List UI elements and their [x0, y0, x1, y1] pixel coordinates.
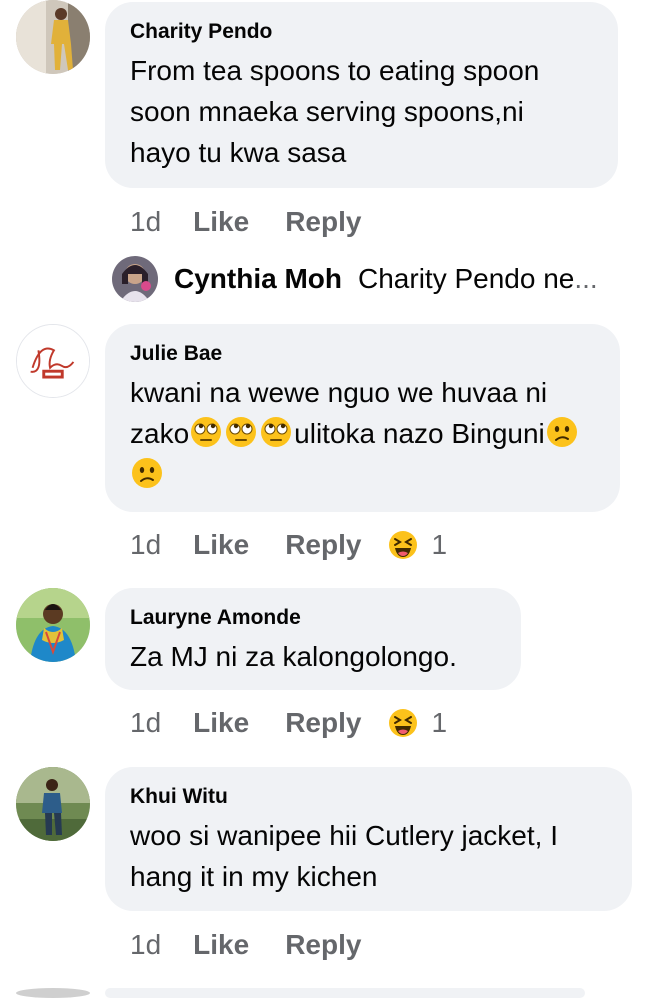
- comment-timestamp[interactable]: 1d: [130, 206, 161, 238]
- comment-bubble: Khui Witu woo si wanipee hii Cutlery jac…: [105, 767, 632, 911]
- confused-emoji: [545, 415, 579, 449]
- eye-roll-emoji: [224, 415, 258, 449]
- avatar[interactable]: [16, 324, 90, 398]
- comment-bubble: Charity Pendo From tea spoons to eating …: [105, 2, 618, 188]
- like-button[interactable]: Like: [193, 929, 249, 961]
- comment-author[interactable]: Khui Witu: [130, 784, 606, 810]
- reaction-summary[interactable]: 1: [387, 529, 447, 561]
- comment-actions: 1d Like Reply 1: [130, 525, 447, 565]
- like-button[interactable]: Like: [193, 206, 249, 238]
- comment-bubble: [105, 988, 585, 998]
- reply-author[interactable]: Cynthia Moh: [174, 263, 342, 295]
- comment-text: Za MJ ni za kalongolongo.: [130, 641, 457, 672]
- reply-button[interactable]: Reply: [285, 206, 361, 238]
- avatar[interactable]: [112, 256, 158, 302]
- avatar[interactable]: [16, 767, 90, 841]
- laughing-emoji: [387, 707, 419, 739]
- laughing-emoji: [387, 529, 419, 561]
- comment-actions: 1d Like Reply: [130, 202, 361, 242]
- comment-text: From tea spoons to eating spoon soon mna…: [130, 55, 540, 168]
- eye-roll-emoji: [259, 415, 293, 449]
- comment-text-part: ulitoka nazo: [294, 418, 444, 449]
- comment-text: woo si wanipee hii Cutlery jacket, I han…: [130, 820, 558, 892]
- reply-ellipsis: ...: [574, 263, 598, 294]
- reaction-count: 1: [431, 707, 448, 738]
- confused-emoji: [130, 456, 164, 490]
- reaction-count: 1: [431, 529, 448, 560]
- reply-button[interactable]: Reply: [285, 529, 361, 561]
- reply-button[interactable]: Reply: [285, 707, 361, 739]
- comment-timestamp[interactable]: 1d: [130, 529, 161, 561]
- comment-timestamp[interactable]: 1d: [130, 707, 161, 739]
- comment-bubble: Lauryne Amonde Za MJ ni za kalongolongo.: [105, 588, 521, 690]
- like-button[interactable]: Like: [193, 707, 249, 739]
- reply-preview[interactable]: Cynthia Moh Charity Pendo ne...: [112, 254, 598, 304]
- comment-text: kwani na wewe nguo we huvaa ni zako ulito…: [130, 372, 594, 495]
- reaction-summary[interactable]: 1: [387, 707, 447, 739]
- comment-timestamp[interactable]: 1d: [130, 929, 161, 961]
- julie-bae-logo: [17, 325, 89, 397]
- reply-button[interactable]: Reply: [285, 929, 361, 961]
- reply-text: Charity Pendo ne: [358, 263, 575, 294]
- comment-author[interactable]: Charity Pendo: [130, 19, 592, 45]
- comment-text-part: Binguni: [451, 418, 545, 449]
- comment-author[interactable]: Lauryne Amonde: [130, 605, 495, 631]
- avatar[interactable]: [16, 988, 90, 998]
- comment-bubble: Julie Bae kwani na wewe nguo we huvaa ni…: [105, 324, 620, 512]
- eye-roll-emoji: [189, 415, 223, 449]
- avatar[interactable]: [16, 588, 90, 662]
- comment-actions: 1d Like Reply 1: [130, 703, 447, 743]
- comment-actions: 1d Like Reply: [130, 925, 361, 965]
- comment-author[interactable]: Julie Bae: [130, 341, 594, 367]
- like-button[interactable]: Like: [193, 529, 249, 561]
- avatar[interactable]: [16, 0, 90, 74]
